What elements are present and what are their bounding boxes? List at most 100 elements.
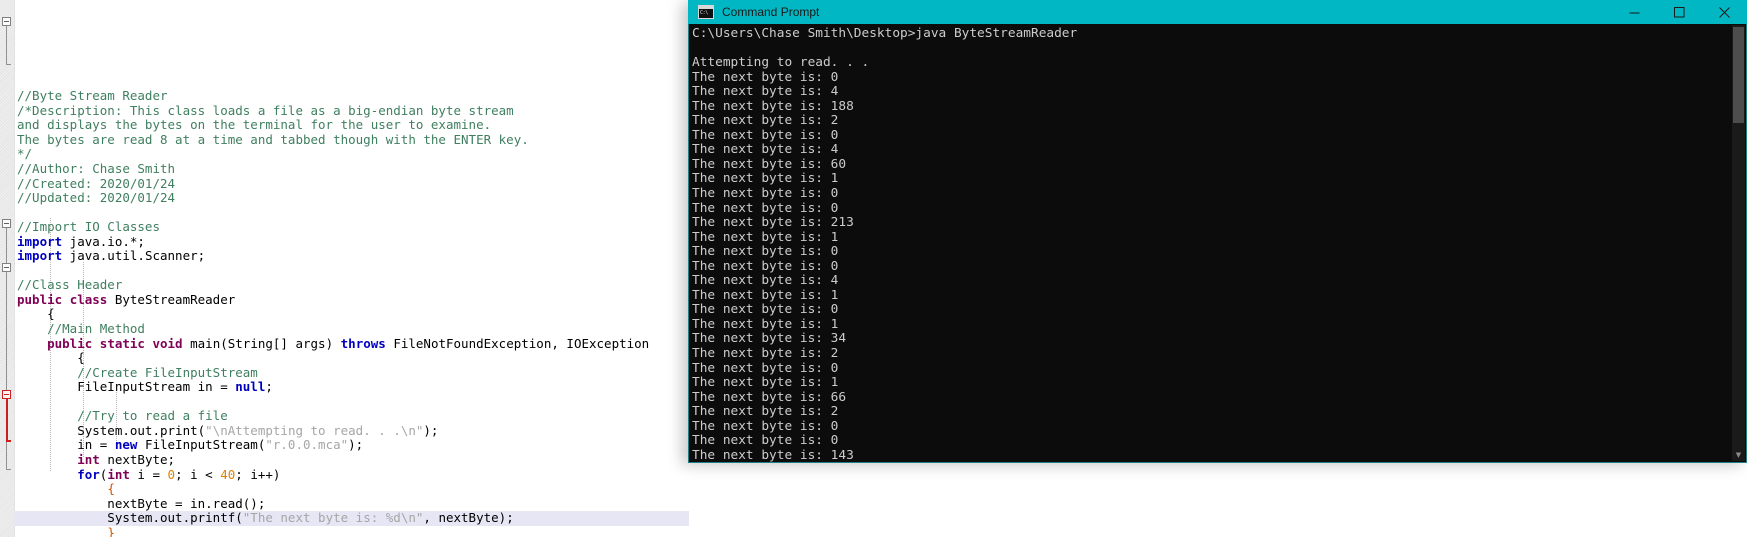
code-line[interactable]: in = new FileInputStream("r.0.0.mca"); bbox=[14, 438, 689, 453]
code-line[interactable]: //Import IO Classes bbox=[14, 219, 689, 235]
cmd-byte-line: The next byte is: 0 bbox=[692, 258, 839, 274]
code-token-pln bbox=[17, 481, 107, 496]
cmd-scroll-thumb[interactable] bbox=[1733, 27, 1744, 123]
cmd-byte-line: The next byte is: 0 bbox=[692, 244, 839, 260]
code-token-pln: ; i++) bbox=[235, 466, 281, 482]
code-token-cmt: //Try to read a file bbox=[17, 408, 228, 424]
code-line[interactable]: //Byte Stream Reader bbox=[14, 89, 689, 104]
code-line[interactable]: System.out.print("\nAttempting to read. … bbox=[14, 422, 689, 439]
code-line[interactable]: //Created: 2020/01/24 bbox=[14, 176, 689, 192]
code-token-pln: nextByte; bbox=[99, 451, 176, 467]
code-token-kw: static bbox=[99, 335, 145, 351]
code-line[interactable] bbox=[14, 206, 689, 221]
maximize-button[interactable] bbox=[1657, 0, 1702, 24]
cmd-byte-line: The next byte is: 0 bbox=[692, 433, 839, 449]
code-token-pln: nextByte = in.read(); bbox=[17, 495, 266, 511]
cmd-byte-line: The next byte is: 66 bbox=[692, 389, 847, 405]
code-token-cmt: //Main Method bbox=[17, 321, 145, 337]
cmd-titlebar[interactable]: Command Prompt bbox=[688, 0, 1747, 24]
window-controls bbox=[1612, 0, 1747, 24]
code-line[interactable]: for(int i = 0; i < 40; i++) bbox=[14, 466, 689, 483]
code-token-kw2: throws bbox=[340, 335, 386, 351]
code-line[interactable]: public static void main(String[] args) t… bbox=[14, 335, 689, 352]
minimize-icon bbox=[1629, 12, 1640, 13]
cmd-byte-line: The next byte is: 1 bbox=[692, 171, 839, 187]
code-line[interactable]: //Try to read a file bbox=[14, 409, 689, 424]
code-token-pln bbox=[62, 292, 70, 307]
code-line[interactable]: //Author: Chase Smith bbox=[14, 161, 689, 177]
code-token-pln bbox=[17, 525, 107, 537]
code-token-cmt: //Updated: 2020/01/24 bbox=[17, 190, 176, 206]
code-line[interactable]: The bytes are read 8 at a time and tabbe… bbox=[14, 132, 689, 148]
code-token-kw2: import bbox=[17, 248, 63, 264]
fold-marker-block-comment[interactable] bbox=[2, 17, 11, 26]
cmd-byte-line: The next byte is: 0 bbox=[692, 69, 839, 85]
cmd-byte-line: The next byte is: 0 bbox=[692, 360, 839, 376]
code-line[interactable]: import java.util.Scanner; bbox=[14, 249, 689, 264]
code-token-pln: System.out.printf( bbox=[17, 510, 243, 526]
fold-marker-method[interactable] bbox=[2, 263, 11, 272]
cmd-byte-line: The next byte is: 1 bbox=[692, 316, 839, 332]
code-token-pln: , nextByte); bbox=[423, 510, 514, 526]
scroll-down-arrow[interactable]: ▼ bbox=[1732, 449, 1745, 461]
cmd-byte-line: The next byte is: 0 bbox=[692, 200, 839, 216]
maximize-icon bbox=[1674, 6, 1685, 17]
code-token-pln: ); bbox=[423, 422, 439, 438]
cmd-byte-line: The next byte is: 0 bbox=[692, 302, 839, 318]
code-line[interactable]: { bbox=[14, 481, 689, 497]
code-line[interactable]: int nextByte; bbox=[14, 451, 689, 468]
fold-marker-for-loop[interactable] bbox=[2, 390, 11, 399]
code-token-kw2: import bbox=[17, 233, 63, 249]
code-token-kw2: for bbox=[77, 466, 100, 482]
code-token-str: "\nAttempting to read. . .\n" bbox=[205, 422, 424, 438]
cmd-byte-line: The next byte is: 0 bbox=[692, 418, 839, 434]
cmd-scrollbar[interactable]: ▲ ▼ bbox=[1732, 25, 1745, 461]
code-line[interactable]: /*Description: This class loads a file a… bbox=[14, 103, 689, 119]
code-token-cmt: */ bbox=[17, 146, 33, 162]
code-line[interactable] bbox=[14, 264, 689, 279]
code-line[interactable] bbox=[14, 395, 689, 410]
code-line[interactable]: nextByte = in.read(); bbox=[14, 495, 689, 512]
cmd-byte-line: The next byte is: 4 bbox=[692, 273, 839, 289]
fold-end-block-comment bbox=[6, 64, 11, 65]
cmd-byte-line: The next byte is: 188 bbox=[692, 98, 854, 114]
code-line[interactable]: //Create FileInputStream bbox=[14, 365, 689, 381]
fold-line-block-comment bbox=[6, 26, 7, 64]
minimize-button[interactable] bbox=[1612, 0, 1657, 24]
code-line[interactable]: System.out.printf("The next byte is: %d\… bbox=[14, 510, 689, 526]
fold-line-for-loop bbox=[6, 399, 8, 440]
cmd-byte-line: The next byte is: 60 bbox=[692, 156, 847, 172]
cmd-byte-line: The next byte is: 1 bbox=[692, 287, 839, 303]
code-token-kw: void bbox=[152, 335, 183, 351]
editor-gutter[interactable] bbox=[0, 0, 15, 537]
code-line[interactable]: public class ByteStreamReader bbox=[14, 291, 689, 308]
code-token-pln: ByteStreamReader bbox=[107, 291, 236, 307]
code-token-pln: System.out.print( bbox=[17, 422, 206, 438]
cmd-blank-line bbox=[692, 42, 1077, 57]
command-prompt-window: Command Prompt C:\Users\Chase Smith\Desk… bbox=[688, 0, 1747, 463]
cmd-window-title: Command Prompt bbox=[722, 5, 820, 19]
code-token-brc: } bbox=[107, 524, 115, 537]
code-line[interactable]: //Class Header bbox=[14, 278, 689, 293]
code-line[interactable]: } bbox=[14, 524, 689, 537]
code-token-pln bbox=[17, 452, 77, 467]
code-line[interactable]: */ bbox=[14, 147, 689, 162]
code-token-pln: FileInputStream in = bbox=[17, 379, 236, 395]
code-line[interactable]: //Updated: 2020/01/24 bbox=[14, 190, 689, 206]
code-token-kw2: null bbox=[235, 379, 266, 395]
code-line[interactable]: //Main Method bbox=[14, 321, 689, 337]
code-line[interactable]: import java.io.*; bbox=[14, 233, 689, 250]
close-button[interactable] bbox=[1702, 0, 1747, 24]
code-line[interactable]: { bbox=[14, 307, 689, 322]
code-line[interactable]: FileInputStream in = null; bbox=[14, 379, 689, 395]
code-line[interactable]: and displays the bytes on the terminal f… bbox=[14, 118, 689, 133]
code-line[interactable]: { bbox=[14, 350, 689, 366]
code-token-pln: ; i < bbox=[175, 466, 221, 482]
fold-marker-class[interactable] bbox=[2, 219, 11, 228]
close-icon bbox=[1719, 6, 1730, 18]
cmd-byte-line: The next byte is: 4 bbox=[692, 142, 839, 158]
code-token-brc: { bbox=[107, 481, 115, 497]
code-token-kw: public bbox=[47, 335, 93, 351]
editor-code-area[interactable]: //Byte Stream Reader/*Description: This … bbox=[14, 0, 689, 537]
cmd-console-body[interactable]: C:\Users\Chase Smith\Desktop>java ByteSt… bbox=[688, 24, 1747, 463]
